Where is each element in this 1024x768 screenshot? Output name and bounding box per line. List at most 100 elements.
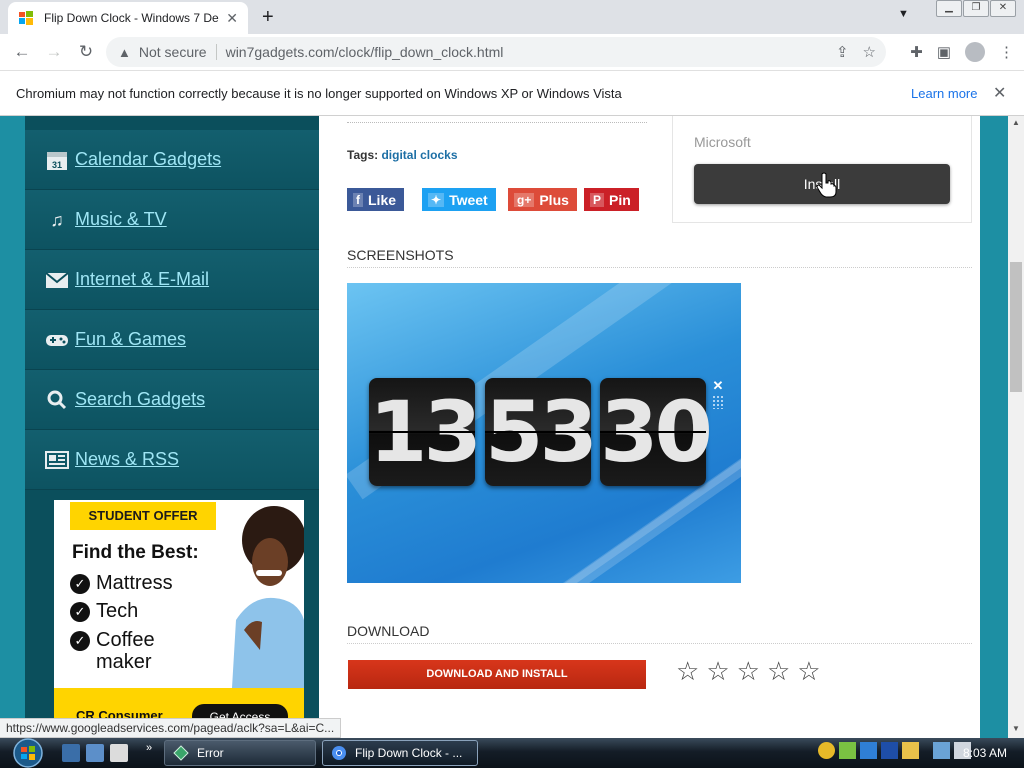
- taskbar-button-error[interactable]: Error: [164, 740, 316, 766]
- ad-item: ✓ Mattress: [70, 572, 173, 595]
- browser-toolbar: ← → ↻ ▲ Not secure win7gadgets.com/clock…: [0, 34, 1024, 70]
- sidebar-link[interactable]: Calendar Gadgets: [75, 149, 221, 170]
- windows-taskbar: » Error Flip Down Clock - ... 8:03 AM: [0, 738, 1024, 768]
- learn-more-link[interactable]: Learn more: [911, 86, 977, 101]
- checkmark-icon: ✓: [70, 573, 90, 594]
- forward-arrow-icon[interactable]: →: [38, 42, 70, 62]
- sidebar-item-music[interactable]: ♫ Music & TV: [25, 190, 319, 250]
- checkmark-icon: ✓: [70, 630, 90, 651]
- new-tab-icon[interactable]: +: [262, 6, 274, 29]
- scrollbar-thumb[interactable]: [1010, 262, 1022, 392]
- address-bar[interactable]: ▲ Not secure win7gadgets.com/clock/flip_…: [106, 37, 886, 67]
- sidebar-link[interactable]: Music & TV: [75, 209, 167, 230]
- sidebar-item-internet[interactable]: Internet & E-Mail: [25, 250, 319, 310]
- warning-triangle-icon[interactable]: ▲: [118, 45, 131, 60]
- tray-pencil-icon[interactable]: [902, 742, 919, 759]
- ad-badge: STUDENT OFFER: [70, 502, 216, 530]
- omnibox-separator: [215, 44, 217, 60]
- sidebar-item-search[interactable]: Search Gadgets: [25, 370, 319, 430]
- star-rating[interactable]: ☆ ☆ ☆ ☆ ☆: [676, 656, 821, 687]
- url-text[interactable]: win7gadgets.com/clock/flip_down_clock.ht…: [226, 44, 504, 60]
- taskbar-clock[interactable]: 8:03 AM: [963, 746, 1007, 760]
- menu-kebab-icon[interactable]: ⋮: [999, 43, 1014, 61]
- svg-text:31: 31: [52, 160, 62, 170]
- google-plus-button[interactable]: g+ Plus: [508, 188, 577, 211]
- checkmark-icon: ✓: [70, 601, 90, 622]
- show-desktop-icon[interactable]: [62, 744, 80, 762]
- main-content: Tags: digital clocks f Like ✦ Tweet g+ Plus…: [319, 116, 980, 738]
- quick-launch-more-icon[interactable]: »: [146, 742, 152, 754]
- star-icon[interactable]: ☆: [676, 656, 699, 687]
- pinterest-pin-button[interactable]: P Pin: [584, 188, 639, 211]
- back-arrow-icon[interactable]: ←: [6, 42, 38, 62]
- tab-search-chevron-icon[interactable]: ▼: [898, 8, 909, 20]
- taskbar-button-chrome[interactable]: Flip Down Clock - ...: [322, 740, 478, 766]
- page-scrollbar[interactable]: ▲ ▼: [1008, 116, 1024, 738]
- ad-item: ✓ Tech: [70, 600, 138, 623]
- side-panel-icon[interactable]: ▣: [937, 43, 951, 61]
- ad-student-photo: [232, 506, 304, 688]
- star-icon[interactable]: ☆: [767, 656, 790, 687]
- unsupported-os-infobar: Chromium may not function correctly beca…: [0, 70, 1024, 116]
- calculator-icon[interactable]: [110, 744, 128, 762]
- sidebar-link[interactable]: Search Gadgets: [75, 389, 205, 410]
- divider: [347, 122, 647, 123]
- gadget-screenshot[interactable]: 13 53 30 ✕: [347, 283, 741, 583]
- bookmark-star-icon[interactable]: ☆: [863, 43, 876, 61]
- gamepad-icon: [46, 334, 68, 346]
- tray-display-icon[interactable]: [933, 742, 950, 759]
- minimize-icon[interactable]: ▁: [936, 0, 962, 17]
- infobar-close-icon[interactable]: ✕: [993, 83, 1006, 103]
- scroll-up-arrow-icon[interactable]: ▲: [1012, 118, 1020, 127]
- sidebar-link[interactable]: Fun & Games: [75, 329, 186, 350]
- security-label[interactable]: Not secure: [139, 44, 207, 60]
- window-controls: ▁ ❐ ✕: [935, 0, 1016, 17]
- gadget-drag-grip-icon: [712, 395, 724, 409]
- sidebar-item-games[interactable]: Fun & Games: [25, 310, 319, 370]
- facebook-icon: f: [353, 192, 363, 207]
- switch-windows-icon[interactable]: [86, 744, 104, 762]
- facebook-like-button[interactable]: f Like: [347, 188, 405, 211]
- envelope-icon: [45, 271, 69, 288]
- sidebar-link[interactable]: News & RSS: [75, 449, 179, 470]
- calendar-icon: 31: [47, 151, 67, 170]
- page-right-border: [980, 116, 1008, 738]
- tweet-button[interactable]: ✦ Tweet: [422, 188, 496, 211]
- sidebar-link[interactable]: Internet & E-Mail: [75, 269, 209, 290]
- hand-cursor-icon: [816, 172, 837, 198]
- advertisement[interactable]: STUDENT OFFER Find the Best: ✓ Mattress ✓…: [54, 500, 304, 738]
- extensions-puzzle-icon[interactable]: ✚: [910, 43, 923, 61]
- sidebar-item-calendar[interactable]: 31 Calendar Gadgets: [25, 130, 319, 190]
- reload-icon[interactable]: ↻: [70, 42, 102, 62]
- tray-alert-icon[interactable]: [881, 742, 898, 759]
- windows-flag-icon: [19, 11, 33, 25]
- star-icon[interactable]: ☆: [797, 656, 820, 687]
- browser-tab[interactable]: Flip Down Clock - Windows 7 De ✕: [8, 2, 248, 34]
- close-window-icon[interactable]: ✕: [990, 0, 1016, 17]
- flip-card-hours: 13: [369, 378, 482, 486]
- divider: [347, 643, 972, 644]
- tag-link[interactable]: digital clocks: [381, 148, 457, 162]
- start-orb-icon[interactable]: [6, 738, 50, 768]
- infobar-message: Chromium may not function correctly beca…: [16, 86, 622, 101]
- restore-icon[interactable]: ❐: [963, 0, 989, 17]
- task-label: Error: [197, 746, 224, 760]
- task-label: Flip Down Clock - ...: [355, 746, 463, 760]
- tab-close-icon[interactable]: ✕: [226, 10, 238, 27]
- ad-item: ✓ Coffee: [70, 629, 155, 652]
- star-icon[interactable]: ☆: [737, 656, 760, 687]
- tray-network-icon[interactable]: [860, 742, 877, 759]
- screenshots-title: SCREENSHOTS: [347, 247, 454, 263]
- tab-title: Flip Down Clock - Windows 7 De: [44, 11, 219, 25]
- tray-users-icon[interactable]: [839, 742, 856, 759]
- tags-row: Tags: digital clocks: [347, 148, 458, 162]
- tray-app-icon[interactable]: [818, 742, 835, 759]
- download-and-install-button[interactable]: DOWNLOAD AND INSTALL: [348, 660, 646, 689]
- sidebar-item-news[interactable]: News & RSS: [25, 430, 319, 490]
- scroll-down-arrow-icon[interactable]: ▼: [1012, 724, 1020, 733]
- profile-avatar-icon[interactable]: [965, 42, 985, 62]
- share-icon[interactable]: ⇪: [836, 43, 849, 61]
- star-icon[interactable]: ☆: [706, 656, 729, 687]
- gadget-info-box: Microsoft Install: [672, 116, 972, 223]
- system-tray: [818, 742, 971, 759]
